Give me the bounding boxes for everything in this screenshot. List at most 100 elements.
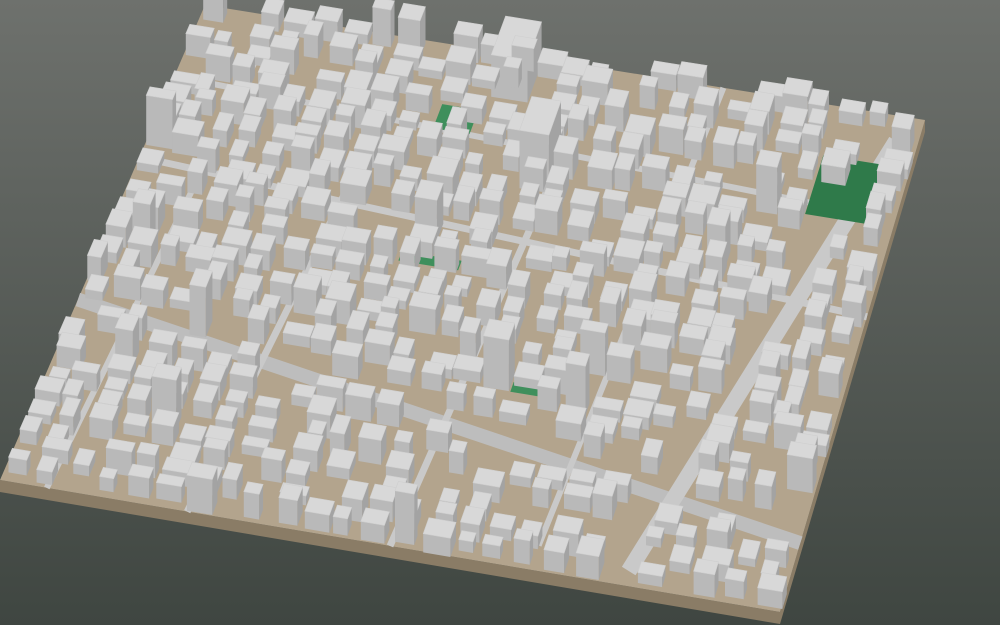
- building: [408, 290, 441, 335]
- building: [417, 56, 447, 80]
- building: [525, 244, 557, 273]
- building-front-face: [473, 395, 493, 418]
- building: [697, 356, 725, 394]
- building-front-face: [206, 199, 224, 221]
- building-front-face: [737, 143, 753, 165]
- building-front-face: [187, 170, 203, 195]
- building-front-face: [725, 578, 744, 600]
- building: [498, 399, 531, 426]
- building-front-face: [818, 370, 839, 399]
- building-front-face: [233, 297, 250, 319]
- building-front-face: [222, 477, 237, 500]
- building-front-face: [376, 401, 400, 428]
- building: [394, 481, 419, 545]
- building: [532, 476, 552, 509]
- building-front-face: [486, 263, 507, 290]
- building: [583, 420, 606, 460]
- building-front-face: [303, 33, 318, 59]
- building: [620, 415, 643, 441]
- building-front-face: [543, 549, 565, 574]
- building-front-face: [128, 474, 150, 499]
- building-front-face: [99, 476, 114, 493]
- building-roof: [805, 410, 833, 431]
- building: [339, 166, 373, 206]
- building: [99, 466, 118, 493]
- building: [599, 285, 622, 328]
- building: [712, 125, 740, 169]
- building: [669, 543, 695, 575]
- building-roof: [755, 149, 783, 168]
- building: [205, 186, 229, 221]
- building-front-face: [665, 275, 685, 297]
- building-front-face: [434, 245, 456, 273]
- building: [446, 381, 468, 412]
- building: [686, 390, 711, 421]
- building-front-face: [592, 493, 613, 521]
- building-front-face: [658, 125, 684, 156]
- building-front-face: [727, 477, 743, 502]
- building-front-face: [247, 317, 265, 345]
- building: [282, 321, 315, 348]
- building: [575, 535, 605, 580]
- building: [481, 533, 504, 559]
- building-roof: [869, 100, 889, 115]
- building-front-face: [698, 366, 722, 394]
- building: [155, 473, 186, 503]
- building: [658, 113, 688, 156]
- building-front-face: [189, 284, 206, 338]
- building: [425, 418, 453, 453]
- building: [243, 481, 264, 520]
- building: [151, 408, 180, 447]
- building: [300, 185, 332, 222]
- building: [891, 112, 915, 155]
- building-front-face: [283, 247, 306, 271]
- building: [736, 130, 758, 165]
- building-front-face: [293, 286, 317, 317]
- building-roof: [780, 105, 809, 127]
- building: [602, 188, 629, 221]
- building: [665, 259, 690, 297]
- building: [448, 439, 468, 475]
- building: [452, 353, 486, 384]
- building-front-face: [754, 483, 772, 510]
- building: [122, 412, 150, 438]
- building-front-face: [534, 207, 558, 236]
- building-front-face: [426, 429, 448, 453]
- building: [332, 504, 353, 536]
- building-roof: [675, 522, 698, 538]
- building: [742, 419, 769, 444]
- building-front-face: [639, 84, 655, 110]
- building-roof: [639, 74, 659, 88]
- building-roof: [440, 75, 469, 94]
- building: [329, 31, 359, 67]
- building-front-face: [409, 305, 436, 335]
- map-viewport[interactable]: [0, 0, 1000, 625]
- building-front-face: [391, 192, 410, 213]
- building: [433, 236, 460, 273]
- building: [405, 82, 433, 114]
- building: [820, 146, 851, 186]
- building: [186, 461, 218, 515]
- building-front-face: [503, 66, 519, 89]
- building: [695, 468, 724, 502]
- building-roof: [624, 113, 657, 136]
- building: [863, 212, 883, 247]
- building-front-face: [417, 136, 437, 158]
- building: [145, 86, 177, 150]
- building: [543, 534, 570, 574]
- building: [606, 341, 635, 384]
- building: [765, 238, 786, 271]
- building-roof: [891, 112, 915, 130]
- building-front-face: [441, 319, 459, 338]
- building-front-face: [291, 145, 311, 172]
- building-roof: [551, 245, 571, 259]
- building: [567, 208, 595, 243]
- building: [684, 125, 707, 161]
- building: [421, 360, 446, 392]
- building-front-face: [358, 436, 382, 465]
- building-roof: [354, 48, 378, 64]
- city-scene[interactable]: [0, 0, 1000, 625]
- building: [386, 355, 416, 387]
- building-roof: [522, 341, 543, 355]
- building-roof: [686, 390, 711, 409]
